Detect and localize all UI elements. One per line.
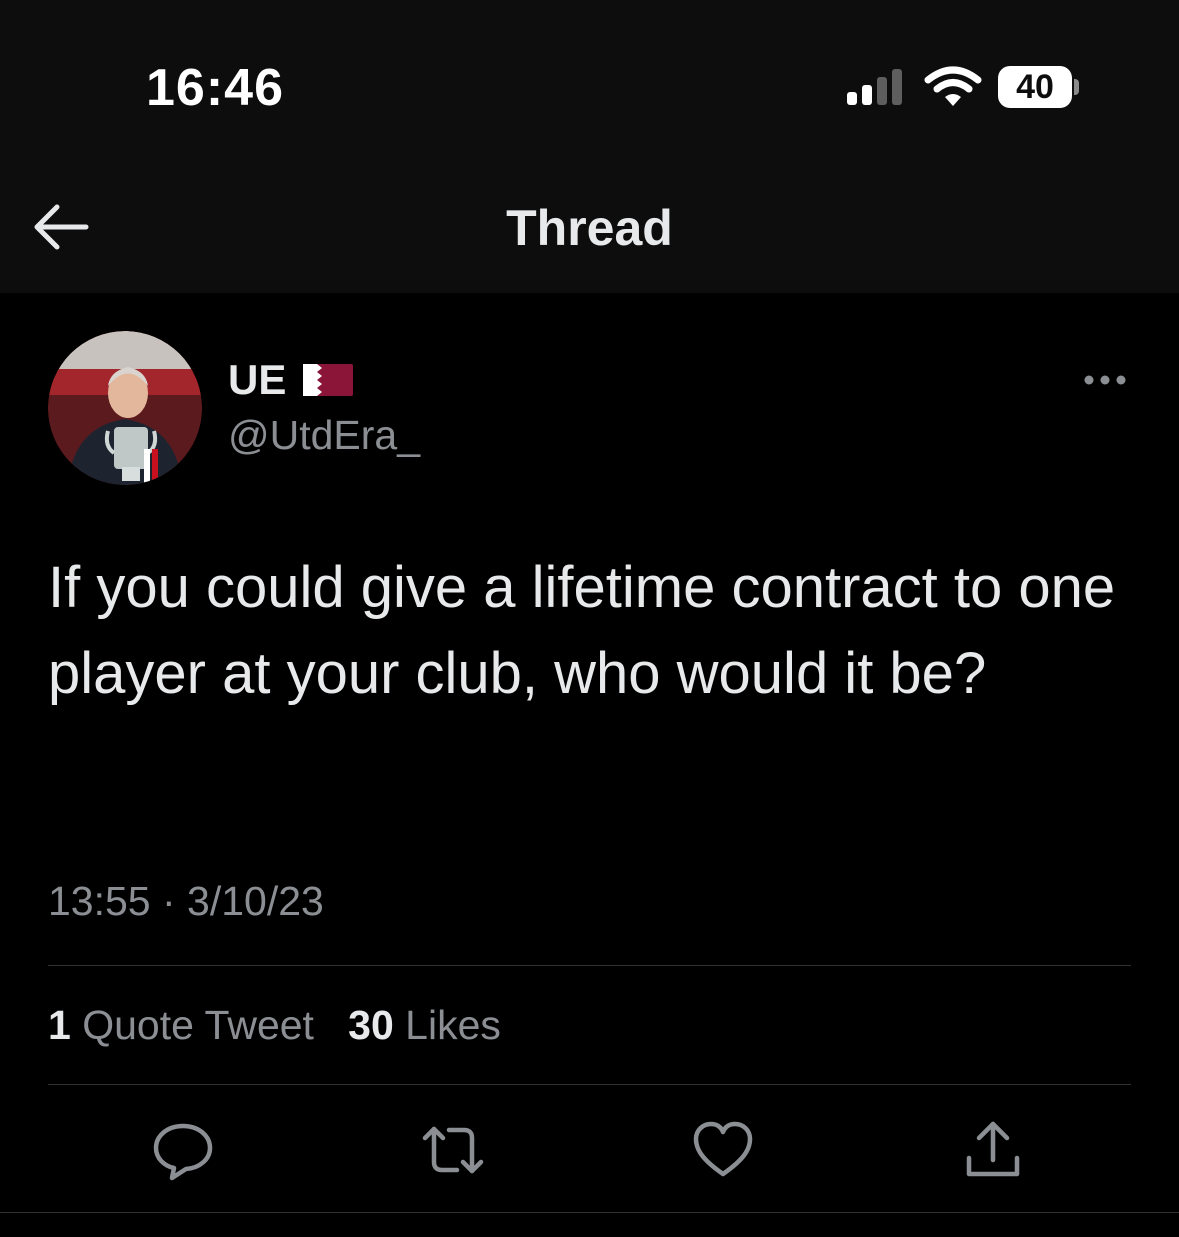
- more-options-icon: [1084, 375, 1126, 385]
- likes-stat[interactable]: 30 Likes: [348, 1002, 501, 1048]
- tweet-text: If you could give a lifetime contract to…: [48, 555, 1116, 706]
- tweet-stats: 1 Quote Tweet 30 Likes: [48, 1000, 501, 1050]
- status-time: 16:46: [146, 59, 284, 117]
- divider: [48, 1084, 1131, 1085]
- likes-count: 30: [348, 1002, 394, 1048]
- share-button[interactable]: [961, 1118, 1025, 1182]
- battery-level: 40: [1016, 68, 1054, 106]
- quote-tweets-stat[interactable]: 1 Quote Tweet: [48, 1002, 314, 1048]
- cellular-signal-icon: [847, 69, 902, 105]
- like-icon: [693, 1121, 753, 1177]
- avatar[interactable]: [48, 331, 202, 485]
- battery-indicator: 40: [998, 66, 1082, 108]
- reply-icon: [153, 1123, 213, 1181]
- more-options-button[interactable]: [1080, 366, 1130, 394]
- user-handle[interactable]: @UtdEra_: [228, 410, 420, 460]
- quote-tweets-label: Quote Tweet: [82, 1002, 314, 1048]
- arrow-left-icon: [34, 204, 89, 250]
- battery-tip: [1074, 79, 1079, 95]
- like-button[interactable]: [691, 1118, 755, 1182]
- reply-button[interactable]: [151, 1118, 215, 1182]
- divider: [48, 965, 1131, 966]
- display-name[interactable]: UE: [228, 355, 286, 405]
- retweet-icon: [422, 1126, 484, 1174]
- quote-tweets-count: 1: [48, 1002, 71, 1048]
- tweet-timestamp[interactable]: 13:55 · 3/10/23: [48, 876, 324, 926]
- back-button[interactable]: [30, 198, 92, 256]
- retweet-button[interactable]: [421, 1118, 485, 1182]
- bottom-divider: [0, 1212, 1179, 1213]
- likes-label: Likes: [405, 1002, 501, 1048]
- share-icon: [966, 1121, 1020, 1177]
- qatar-flag-icon: [303, 364, 353, 396]
- top-bar: 16:46 40 Thread: [0, 0, 1179, 293]
- wifi-icon: [924, 66, 982, 106]
- page-title: Thread: [506, 200, 673, 256]
